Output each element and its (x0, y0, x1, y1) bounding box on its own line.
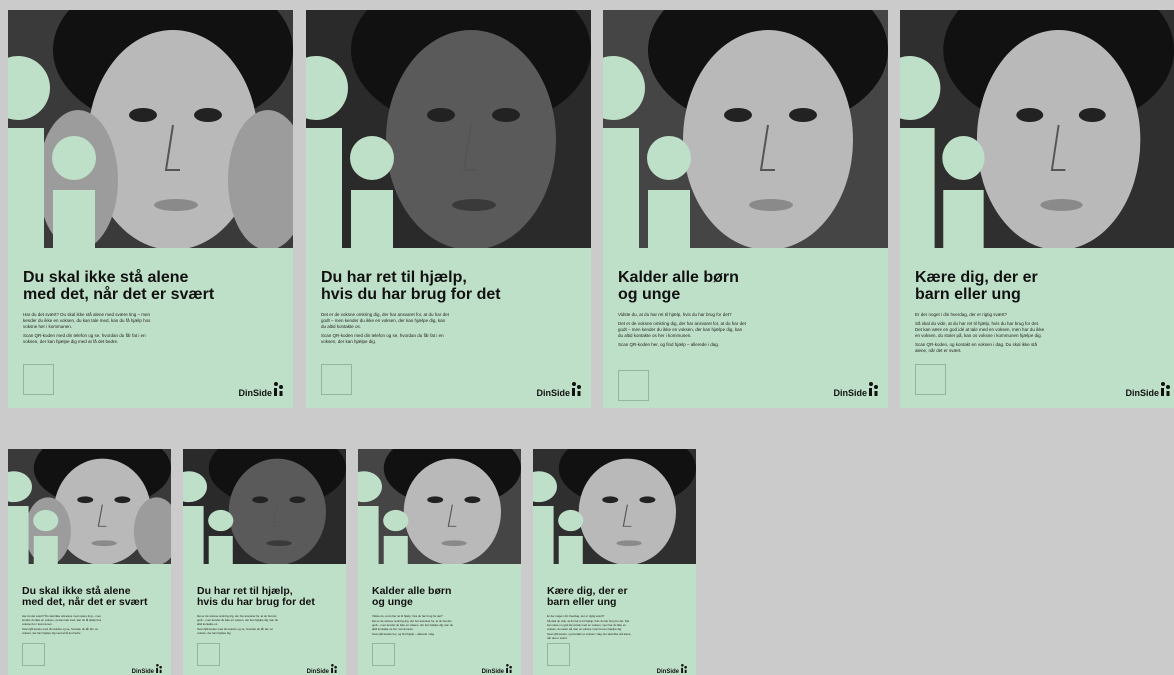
qr-code[interactable] (197, 643, 220, 666)
logo-text: DinSide (306, 669, 329, 675)
logo-text: DinSide (833, 388, 867, 398)
portrait-image (900, 10, 1174, 248)
poster-title: Du skal ikke stå alene med det, når det … (23, 269, 215, 303)
portrait-photo (533, 449, 696, 564)
dinside-logo: DinSide (657, 664, 687, 675)
body-paragraph: Scan QR-koden med din telefon og se, hvo… (23, 332, 146, 344)
portrait-image (358, 449, 521, 564)
poster-body: Er der noget i din hverdag, der er rigti… (915, 312, 1045, 356)
poster-small-1: Du skal ikke stå alene med det, når det … (8, 449, 171, 675)
poster-large-2: Du har ret til hjælp, hvis du har brug f… (306, 10, 591, 408)
dinside-logo: DinSide (833, 382, 878, 398)
portrait-image (183, 449, 346, 564)
logo-text: DinSide (481, 669, 504, 675)
poster-body: Er der noget i din hverdag, der er rigti… (547, 614, 632, 643)
portrait-image (603, 10, 888, 248)
poster-title: Du skal ikke stå alene med det, når det … (22, 585, 148, 609)
body-paragraph: Har du det svært? Du skal ikke stå alene… (22, 614, 102, 626)
body-paragraph: Er der noget i din hverdag, der er rigti… (915, 312, 1008, 317)
poster-body: Har du det svært? Du skal ikke stå alene… (22, 614, 107, 637)
logo-mark-icon (156, 664, 162, 675)
logo-mark-icon (572, 382, 581, 398)
body-paragraph: Det er de voksne omkring dig, der har an… (618, 320, 746, 338)
logo-text: DinSide (238, 388, 272, 398)
dinside-logo: DinSide (132, 664, 162, 675)
poster-small-3: Kalder alle børn og unge Vidste du, at d… (358, 449, 521, 675)
body-paragraph: Scan QR-koden, og kontakt en voksen i da… (547, 632, 632, 641)
logo-mark-icon (506, 664, 512, 675)
body-paragraph: Det er de voksne omkring dig, der har an… (321, 312, 449, 330)
portrait-image (306, 10, 591, 248)
portrait-photo (358, 449, 521, 564)
body-paragraph: Er der noget i din hverdag, der er rigti… (547, 614, 605, 618)
body-paragraph: Så skal du vide, at du har ret til hjælp… (547, 619, 630, 631)
poster-title: Du har ret til hjælp, hvis du har brug f… (321, 269, 501, 303)
body-paragraph: Vidste du, at du har ret til hjælp, hvis… (618, 312, 732, 317)
body-paragraph: Scan QR-koden med din telefon og se, hvo… (321, 332, 444, 344)
poster-title: Du har ret til hjælp, hvis du har brug f… (197, 585, 315, 609)
body-paragraph: Scan QR-koden med din telefon og se, hvo… (197, 626, 274, 635)
poster-body: Det er de voksne omkring dig, der har an… (197, 614, 282, 637)
poster-body: Vidste du, at du har ret til hjælp, hvis… (618, 312, 748, 350)
body-paragraph: Scan QR-koden her, og find hjælp – aller… (618, 341, 720, 347)
poster-title: Kære dig, der er barn eller ung (915, 269, 1038, 303)
poster-body: Det er de voksne omkring dig, der har an… (321, 312, 451, 348)
portrait-photo (900, 10, 1174, 248)
poster-small-4: Kære dig, der er barn eller ung Er der n… (533, 449, 696, 675)
qr-code[interactable] (321, 364, 352, 395)
poster-large-4: Kære dig, der er barn eller ung Er der n… (900, 10, 1174, 408)
poster-small-2: Du har ret til hjælp, hvis du har brug f… (183, 449, 346, 675)
qr-code[interactable] (618, 370, 649, 401)
portrait-image (533, 449, 696, 564)
body-paragraph: Har du det svært? Du skal ikke stå alene… (23, 312, 151, 330)
dinside-logo: DinSide (307, 664, 337, 675)
logo-text: DinSide (131, 669, 154, 675)
body-paragraph: Det er de voksne omkring dig, der har an… (197, 614, 279, 626)
body-paragraph: Scan QR-koden, og kontakt en voksen i da… (915, 341, 1038, 353)
logo-text: DinSide (656, 669, 679, 675)
dinside-logo: DinSide (536, 382, 581, 398)
portrait-photo (603, 10, 888, 248)
qr-code[interactable] (547, 643, 570, 666)
qr-code[interactable] (915, 364, 946, 395)
body-paragraph: Scan QR-koden med din telefon og se, hvo… (22, 626, 99, 635)
logo-mark-icon (274, 382, 283, 398)
logo-mark-icon (1161, 382, 1170, 398)
body-paragraph: Vidste du, at du har ret til hjælp, hvis… (372, 614, 443, 618)
portrait-photo (8, 10, 293, 248)
poster-title: Kalder alle børn og unge (618, 269, 739, 303)
logo-mark-icon (869, 382, 878, 398)
qr-code[interactable] (23, 364, 54, 395)
portrait-image (8, 10, 293, 248)
logo-mark-icon (681, 664, 687, 675)
portrait-photo (183, 449, 346, 564)
logo-mark-icon (331, 664, 337, 675)
body-paragraph: Scan QR-koden her, og find hjælp – aller… (372, 632, 435, 637)
dinside-logo: DinSide (482, 664, 512, 675)
poster-large-3: Kalder alle børn og unge Vidste du, at d… (603, 10, 888, 408)
qr-code[interactable] (372, 643, 395, 666)
portrait-image (8, 449, 171, 564)
portrait-photo (306, 10, 591, 248)
poster-body: Har du det svært? Du skal ikke stå alene… (23, 312, 153, 348)
portrait-photo (8, 449, 171, 564)
body-paragraph: Så skal du vide, at du har ret til hjælp… (915, 320, 1045, 338)
poster-body: Vidste du, at du har ret til hjælp, hvis… (372, 614, 457, 639)
poster-large-1: Du skal ikke stå alene med det, når det … (8, 10, 293, 408)
logo-text: DinSide (1125, 388, 1159, 398)
poster-title: Kære dig, der er barn eller ung (547, 585, 628, 609)
dinside-logo: DinSide (238, 382, 283, 398)
poster-title: Kalder alle børn og unge (372, 585, 452, 609)
body-paragraph: Det er de voksne omkring dig, der har an… (372, 619, 454, 631)
qr-code[interactable] (22, 643, 45, 666)
logo-text: DinSide (536, 388, 570, 398)
dinside-logo: DinSide (1125, 382, 1170, 398)
